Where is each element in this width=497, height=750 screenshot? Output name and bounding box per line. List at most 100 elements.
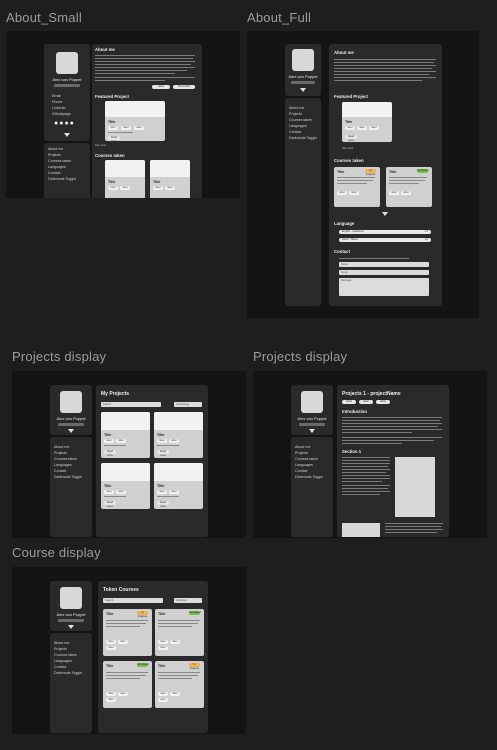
profile-panel: Alex van Poppel Email Phone LinkedIn Git… <box>44 44 90 141</box>
about-button-1[interactable]: label <box>152 85 170 89</box>
nav-contact[interactable]: Contact <box>54 469 66 473</box>
nav-about[interactable]: About me <box>289 106 304 110</box>
nav-projects[interactable]: Projects <box>295 451 308 455</box>
contact-name-field[interactable]: Name <box>339 262 429 267</box>
nav-darkmode[interactable]: Darkmode Toggle <box>289 136 317 140</box>
nav-contact[interactable]: Contact <box>289 130 301 134</box>
card-desc <box>337 177 375 178</box>
card-desc <box>158 672 200 673</box>
featured-card[interactable]: Title label label label Read more <box>105 101 165 141</box>
avatar <box>292 49 314 71</box>
tag: label <box>158 646 168 650</box>
card-image <box>101 412 150 430</box>
text-line <box>334 59 436 60</box>
course-card[interactable]: Title In progress label label label <box>155 661 204 708</box>
institution-filter[interactable]: Institution <box>174 598 202 603</box>
nav-courses[interactable]: Courses taken <box>54 653 77 657</box>
project-card[interactable]: Title label label Read more <box>154 463 203 509</box>
chevron-down-icon[interactable] <box>300 88 306 92</box>
text-line <box>342 457 390 458</box>
card-read-more[interactable]: Read more <box>157 450 169 457</box>
nav-languages[interactable]: Languages <box>54 659 72 663</box>
nav-about[interactable]: About me <box>295 445 310 449</box>
text-line <box>95 67 195 68</box>
intro-heading: Introduction <box>342 409 368 414</box>
nav-languages[interactable]: Languages <box>54 463 72 467</box>
about-download-button[interactable]: Download <box>173 85 195 89</box>
course-card[interactable]: Title In progress label label label <box>103 609 152 656</box>
nav-courses[interactable]: Courses taken <box>54 457 77 461</box>
card-read-more[interactable]: Read more <box>345 135 357 142</box>
course-card[interactable]: Title label label <box>150 160 190 198</box>
text-line <box>342 475 390 476</box>
project-card[interactable]: Title label label Read more <box>101 412 150 458</box>
nav-projects[interactable]: Projects <box>54 451 67 455</box>
nav-darkmode[interactable]: Darkmode Toggle <box>48 177 76 181</box>
chevron-down-icon[interactable] <box>64 133 70 137</box>
nav-languages[interactable]: Languages <box>48 165 66 169</box>
contact-email-field[interactable]: Email <box>339 270 429 275</box>
social-phone[interactable]: Phone <box>52 100 62 104</box>
chevron-down-icon[interactable] <box>382 212 388 216</box>
text-line <box>95 73 175 74</box>
nav-contact[interactable]: Contact <box>54 665 66 669</box>
card-read-more[interactable]: Read more <box>157 501 169 508</box>
course-card[interactable]: Title Completed label label label <box>155 609 204 656</box>
nav-darkmode[interactable]: Darkmode Toggle <box>295 475 323 479</box>
course-card[interactable]: Title label label <box>105 160 145 198</box>
text-line <box>95 61 195 62</box>
social-icons-row[interactable]: ●●●● <box>54 120 75 127</box>
social-linkedin[interactable]: LinkedIn <box>52 106 66 110</box>
featured-card[interactable]: Title label label label Read more <box>342 102 392 142</box>
nav-projects[interactable]: Projects <box>48 153 61 157</box>
search-input[interactable]: Search <box>103 598 163 603</box>
card-read-more[interactable]: Read more <box>104 450 116 457</box>
text-line <box>339 258 409 259</box>
nav-darkmode[interactable]: Darkmode Toggle <box>54 475 82 479</box>
chevron-down-icon[interactable] <box>309 429 315 433</box>
card-read-more[interactable]: Read more <box>104 501 116 508</box>
profile-name: Alex van Poppel <box>288 74 318 79</box>
card-desc <box>108 132 133 133</box>
project-tab[interactable]: label <box>376 400 390 404</box>
nav-projects[interactable]: Projects <box>54 647 67 651</box>
course-card[interactable]: Title In progress label label <box>334 167 380 207</box>
project-tab[interactable]: label <box>359 400 373 404</box>
nav-about[interactable]: About me <box>54 641 69 645</box>
see-more-link[interactable]: See more <box>95 144 106 147</box>
main-content: Projects 1 - projectName label label lab… <box>337 385 449 537</box>
nav-about[interactable]: About me <box>48 147 63 151</box>
tag: label <box>121 126 131 130</box>
contact-message-field[interactable]: Message <box>339 278 429 296</box>
status-badge: Completed <box>137 663 149 667</box>
nav-courses[interactable]: Courses taken <box>48 159 71 163</box>
nav-courses[interactable]: Courses taken <box>295 457 318 461</box>
technology-filter[interactable]: Technology <box>174 402 202 407</box>
card-read-more[interactable]: Read more <box>108 136 120 141</box>
nav-projects[interactable]: Projects <box>289 112 302 116</box>
nav-languages[interactable]: Languages <box>289 124 307 128</box>
card-desc <box>106 623 146 624</box>
project-card[interactable]: Title label label Read more <box>154 412 203 458</box>
tag: label <box>118 692 128 696</box>
social-github[interactable]: Githubpage <box>52 112 71 116</box>
card-desc <box>104 496 126 497</box>
see-more-link[interactable]: See more <box>342 147 353 150</box>
chevron-down-icon[interactable] <box>68 625 74 629</box>
about-heading: About me <box>95 47 115 52</box>
card-title: Title <box>157 433 165 437</box>
nav-contact[interactable]: Contact <box>48 171 60 175</box>
search-input[interactable]: Search <box>101 402 161 407</box>
nav-about[interactable]: About me <box>54 445 69 449</box>
social-email[interactable]: Email <box>52 94 61 98</box>
nav-languages[interactable]: Languages <box>295 463 313 467</box>
course-card[interactable]: Title Completed label label label <box>103 661 152 708</box>
nav-courses[interactable]: Courses taken <box>289 118 312 122</box>
chevron-down-icon[interactable] <box>68 429 74 433</box>
profile-subtitle-bar <box>58 619 84 622</box>
project-tab[interactable]: label <box>342 400 356 404</box>
nav-darkmode[interactable]: Darkmode Toggle <box>54 671 82 675</box>
course-card[interactable]: Title Completed label label <box>386 167 432 207</box>
nav-contact[interactable]: Contact <box>295 469 307 473</box>
project-card[interactable]: Title label label Read more <box>101 463 150 509</box>
